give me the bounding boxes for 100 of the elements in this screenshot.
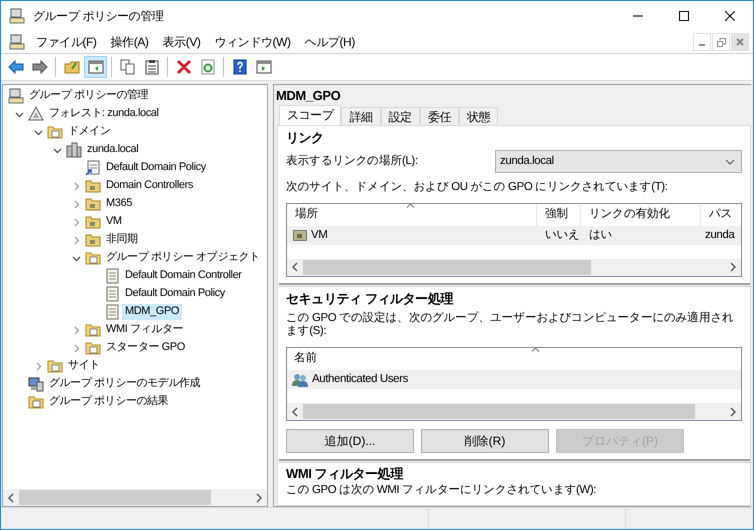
delete-icon [176, 59, 192, 75]
column-header[interactable]: 名前 [287, 348, 326, 370]
console-icon [8, 88, 24, 104]
tab[interactable]: 設定 [380, 106, 420, 125]
section-heading: WMI フィルター処理 [286, 466, 404, 482]
chevron-right-icon[interactable] [72, 200, 81, 208]
restore-icon [716, 38, 726, 46]
folder-icon [64, 59, 80, 75]
table-cell-text: zunda [704, 228, 736, 242]
scroll-left-icon[interactable] [7, 492, 15, 502]
table-row[interactable]: VM いいえ はい zunda [287, 226, 741, 245]
tree-item[interactable]: WMI フィルター [103, 322, 186, 338]
folder-icon [47, 124, 63, 140]
tree-item[interactable]: グループ ポリシー オブジェクト [103, 250, 263, 266]
scroll-icon [104, 304, 120, 320]
location-dropdown[interactable]: zunda.local [495, 150, 742, 174]
window-title: グループ ポリシーの管理 [33, 8, 165, 24]
description-text: 次のサイト、ドメイン、および OU がこの GPO にリンクされています(T): [286, 181, 668, 195]
description-text: この GPO での設定は、次のグループ、ユーザーおよびコンピューターにのみ適用されます(S): [286, 312, 735, 340]
tab[interactable]: 詳細 [341, 106, 381, 125]
list-item[interactable]: Authenticated Users [287, 370, 741, 390]
tree-item[interactable]: サイト [65, 358, 103, 374]
tree-item[interactable]: Default Domain Controller [122, 268, 245, 284]
chevron-down-icon[interactable] [34, 128, 43, 136]
tree-item[interactable]: Domain Controllers [103, 178, 196, 194]
tree-item[interactable]: VM [103, 214, 125, 230]
help-icon [232, 59, 248, 75]
horizontal-scrollbar[interactable] [287, 403, 741, 420]
triangle-icon [28, 106, 44, 122]
folder-icon [85, 340, 101, 356]
scroll-right-icon[interactable] [729, 406, 737, 417]
button[interactable]: 追加(D)... [286, 429, 414, 454]
button[interactable]: 削除(R) [421, 429, 549, 454]
tree-item[interactable]: ドメイン [65, 124, 114, 140]
scroll-right-icon[interactable] [729, 262, 737, 272]
column-header[interactable]: パス [701, 204, 741, 226]
menu-item[interactable]: ヘルプ(H) [298, 34, 362, 50]
chevron-down-icon[interactable] [53, 146, 62, 154]
tree-item[interactable]: フォレスト: zunda.local [46, 106, 162, 122]
horizontal-scrollbar[interactable] [3, 489, 267, 506]
scroll-icon [85, 160, 101, 176]
back-arrow-icon [8, 59, 24, 75]
tree-item[interactable]: スターター GPO [103, 340, 188, 356]
tree-item[interactable]: MDM_GPO [122, 304, 182, 320]
chevron-right-icon[interactable] [72, 326, 81, 334]
users-icon [292, 372, 308, 387]
tree-item[interactable]: グループ ポリシーの結果 [46, 394, 172, 410]
panel-button[interactable] [84, 56, 107, 78]
console-icon [9, 34, 25, 50]
scroll-right-icon[interactable] [255, 492, 263, 502]
tree-item[interactable]: zunda.local [84, 142, 142, 158]
restore-button[interactable] [712, 33, 730, 51]
scroll-left-icon[interactable] [291, 406, 299, 417]
folder-icon [85, 178, 101, 194]
tab[interactable]: 状態 [459, 106, 498, 125]
folder-icon [28, 394, 44, 410]
maximize-icon [679, 11, 689, 21]
chevron-down-icon[interactable] [72, 254, 81, 262]
copy-icon [120, 59, 136, 75]
table-cell-text: いいえ [544, 228, 581, 242]
close-icon [736, 38, 744, 46]
panel-icon [256, 59, 272, 75]
sort-icon [531, 348, 540, 352]
menu-item[interactable]: 操作(A) [104, 34, 156, 50]
chevron-down-icon [725, 158, 735, 165]
scroll-icon [104, 286, 120, 302]
chevron-right-icon[interactable] [72, 344, 81, 352]
menu-item[interactable]: 表示(V) [156, 34, 208, 50]
chevron-down-icon[interactable] [15, 110, 24, 118]
tab[interactable]: 委任 [420, 106, 460, 125]
menu-item[interactable]: ファイル(F) [29, 34, 104, 50]
tree-item[interactable]: Default Domain Policy [103, 160, 209, 176]
tree-item[interactable]: グループ ポリシーの管理 [26, 88, 152, 104]
forward-arrow-icon [32, 59, 48, 75]
chevron-right-icon[interactable] [72, 236, 81, 244]
chevron-right-icon[interactable] [72, 218, 81, 226]
minimize-button[interactable] [693, 33, 711, 51]
section-heading: セキュリティ フィルター処理 [286, 290, 454, 307]
tree-item[interactable]: Default Domain Policy [122, 286, 228, 302]
tab[interactable]: スコープ [279, 104, 342, 125]
folder-icon [293, 229, 307, 242]
horizontal-scrollbar[interactable] [287, 258, 741, 276]
tree-item[interactable]: M365 [103, 196, 135, 212]
chevron-right-icon[interactable] [72, 182, 81, 190]
tree-item[interactable]: グループ ポリシーのモデル作成 [46, 376, 204, 392]
folder-icon [47, 358, 63, 374]
folder-icon [85, 322, 101, 338]
folder-icon [85, 196, 101, 212]
section-heading: リンク [286, 130, 325, 146]
table-cell-text: はい [588, 228, 614, 242]
scroll-left-icon[interactable] [291, 262, 299, 272]
chevron-right-icon[interactable] [34, 362, 43, 370]
sort-icon [406, 204, 415, 208]
tree-item[interactable]: 非同期 [103, 232, 141, 248]
folder-icon [85, 250, 101, 266]
clipboard-icon [144, 59, 160, 75]
description-text: この GPO は次の WMI フィルターにリンクされています(W): [286, 484, 598, 498]
pane-title: MDM_GPO [275, 87, 342, 105]
menu-item[interactable]: ウィンドウ(W) [208, 34, 298, 50]
scroll-icon [104, 268, 120, 284]
